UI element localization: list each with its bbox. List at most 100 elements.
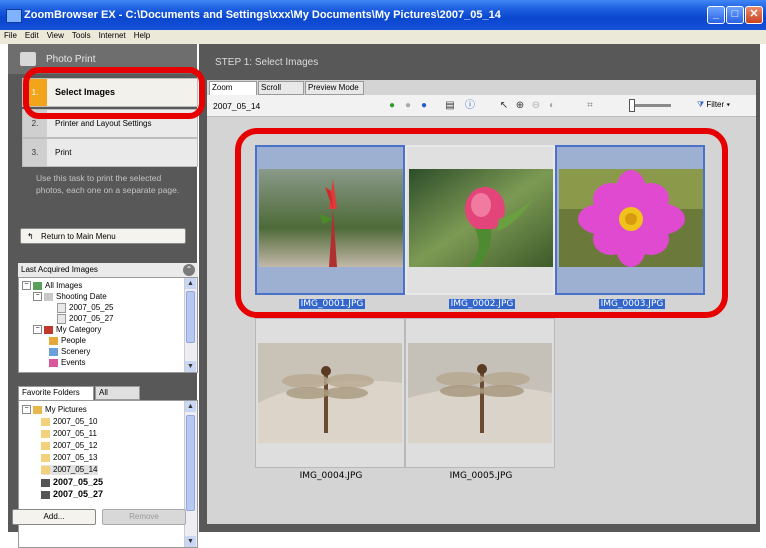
task-description: Use this task to print the selected phot… xyxy=(36,173,180,195)
people-icon xyxy=(49,336,58,345)
photo-dragonfly xyxy=(408,343,552,443)
scroll-up-icon[interactable]: ▲ xyxy=(185,401,196,412)
tree-item-people[interactable]: People xyxy=(49,336,86,346)
return-label: Return to Main Menu xyxy=(41,232,116,241)
calendar-icon xyxy=(57,314,66,324)
folder-new-images-icon xyxy=(41,478,50,487)
tab-all-folders[interactable]: All Folders xyxy=(95,386,140,409)
back-icon[interactable]: ● xyxy=(385,99,399,113)
scroll-thumb[interactable] xyxy=(186,415,195,511)
folder-tabs: Favorite Folders All Folders xyxy=(18,386,198,409)
menu-help[interactable]: Help xyxy=(130,30,154,40)
last-acquired-header: Last Acquired Images ⌃ xyxy=(18,263,198,277)
folder-item[interactable]: 2007_05_11 xyxy=(41,429,97,439)
remove-folder-button[interactable]: Remove xyxy=(102,509,186,525)
collapse-toggle-icon[interactable]: − xyxy=(22,405,31,415)
folder-item[interactable]: 2007_05_10 xyxy=(41,417,98,427)
folder-item-current[interactable]: 2007_05_14 xyxy=(41,465,98,475)
thumbnail-img-0005[interactable]: IMG_0005.JPG xyxy=(405,318,555,481)
last-acquired-title: Last Acquired Images xyxy=(21,265,98,274)
tree-item-events[interactable]: Events xyxy=(49,358,85,368)
scenery-icon xyxy=(49,347,58,356)
filter-button[interactable]: ⧩ Filter ▾ xyxy=(697,100,730,110)
image-menu-icon[interactable]: ▤ xyxy=(443,99,457,113)
maximize-button[interactable]: □ xyxy=(726,6,744,24)
tab-scroll-mode[interactable]: Scroll Mode xyxy=(258,81,304,104)
tab-favorite-folders[interactable]: Favorite Folders xyxy=(18,386,94,400)
tab-zoom-mode[interactable]: Zoom Mode xyxy=(209,81,257,104)
step-number: 3. xyxy=(23,139,47,166)
tree-scrollbar[interactable]: ▲ ▼ xyxy=(184,278,197,372)
zoom-in-icon[interactable]: ⊕ xyxy=(513,99,527,113)
folder-item[interactable]: 2007_05_13 xyxy=(41,453,98,463)
folder-new-images-icon xyxy=(41,490,50,499)
tree-item-shooting-date[interactable]: − Shooting Date xyxy=(33,292,107,302)
folder-icon xyxy=(41,465,50,474)
up-folder-icon[interactable]: ● xyxy=(417,99,431,113)
last-acquired-tree[interactable]: − All Images − Shooting Date 2007_05_25 20… xyxy=(18,277,198,373)
scroll-down-icon[interactable]: ▼ xyxy=(185,536,196,547)
folder-my-pictures[interactable]: − My Pictures xyxy=(22,405,87,415)
tree-item-date[interactable]: 2007_05_25 xyxy=(57,303,114,313)
calendar-icon xyxy=(57,303,66,313)
info-icon[interactable]: ⓘ xyxy=(463,99,477,113)
close-button[interactable]: ✕ xyxy=(745,6,763,24)
filter-icon: ⧩ xyxy=(697,100,705,109)
images-icon xyxy=(33,281,42,290)
step-title: STEP 1: Select Images xyxy=(215,57,319,68)
step-print[interactable]: 3. Print xyxy=(22,138,198,167)
return-to-main-menu-button[interactable]: ↰ Return to Main Menu xyxy=(20,228,186,244)
rotate-icon[interactable]: ◐ xyxy=(545,99,559,113)
collapse-toggle-icon[interactable]: − xyxy=(33,292,42,302)
scroll-down-icon[interactable]: ▼ xyxy=(185,361,196,372)
collapse-toggle-icon[interactable]: − xyxy=(33,325,42,335)
folder-item[interactable]: 2007_05_27 xyxy=(41,489,103,499)
calendar-icon xyxy=(44,292,53,301)
highlight-selected-thumbnails xyxy=(235,128,728,318)
minimize-button[interactable]: _ xyxy=(707,6,725,24)
menu-edit[interactable]: Edit xyxy=(21,30,43,40)
scroll-thumb[interactable] xyxy=(186,291,195,343)
menu-internet[interactable]: Internet xyxy=(95,30,130,40)
tree-item-all-images[interactable]: − All Images xyxy=(22,281,82,291)
category-icon xyxy=(44,325,53,334)
add-folder-button[interactable]: Add... xyxy=(12,509,96,525)
folder-icon xyxy=(41,441,50,450)
folder-scrollbar[interactable]: ▲ ▼ xyxy=(184,401,197,547)
menu-view[interactable]: View xyxy=(43,30,68,40)
folder-icon xyxy=(41,417,50,426)
thumbnail-size-slider[interactable] xyxy=(629,99,671,112)
folder-icon xyxy=(41,453,50,462)
folder-tree[interactable]: − My Pictures 2007_05_10 2007_05_11 2007_… xyxy=(18,400,198,548)
folder-icon xyxy=(41,429,50,438)
title-bar: ZoomBrowser EX - C:\Documents and Settin… xyxy=(0,0,766,30)
thumbnail-caption: IMG_0004.JPG xyxy=(299,471,363,481)
step-label: Print xyxy=(55,148,72,157)
window-title: ZoomBrowser EX - C:\Documents and Settin… xyxy=(24,9,501,21)
app-icon xyxy=(6,9,22,23)
thumbnail-caption: IMG_0005.JPG xyxy=(449,471,513,481)
photo-dragonfly xyxy=(258,343,402,443)
tab-preview-mode[interactable]: Preview Mode xyxy=(305,81,364,95)
scroll-up-icon[interactable]: ▲ xyxy=(185,278,196,289)
highlight-select-images xyxy=(23,67,205,119)
menu-file[interactable]: File xyxy=(0,30,21,40)
collapse-icon[interactable]: ⌃ xyxy=(183,264,195,276)
fit-icon[interactable]: ⌗ xyxy=(583,99,597,113)
events-icon xyxy=(49,358,58,367)
folder-item[interactable]: 2007_05_12 xyxy=(41,441,98,451)
pointer-icon[interactable]: ↖ xyxy=(497,99,511,113)
current-folder-label: 2007_05_14 xyxy=(213,101,261,111)
menu-tools[interactable]: Tools xyxy=(68,30,95,40)
slider-thumb[interactable] xyxy=(629,99,635,112)
tree-item-date[interactable]: 2007_05_27 xyxy=(57,314,114,324)
thumbnail-img-0004[interactable]: IMG_0004.JPG xyxy=(255,318,405,481)
printer-icon xyxy=(20,52,36,66)
zoom-out-icon[interactable]: ⊖ xyxy=(529,99,543,113)
collapse-toggle-icon[interactable]: − xyxy=(22,281,31,291)
tree-item-scenery[interactable]: Scenery xyxy=(49,347,90,357)
forward-icon[interactable]: ● xyxy=(401,99,415,113)
tree-item-my-category[interactable]: − My Category xyxy=(33,325,101,335)
folder-item[interactable]: 2007_05_25 xyxy=(41,477,103,487)
view-toolbar: 2007_05_14 ● ● ● ▤ ⓘ ↖ ⊕ ⊖ ◐ ⌗ ⧩ Filter … xyxy=(207,95,756,117)
